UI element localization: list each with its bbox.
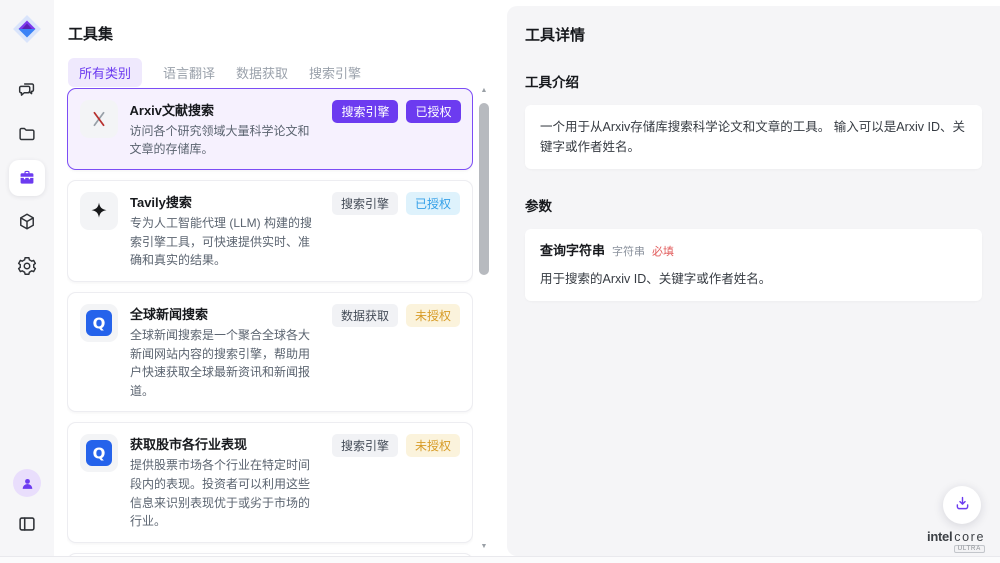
category-badge: 数据获取 bbox=[332, 304, 398, 327]
tool-description: 专为人工智能代理 (LLM) 构建的搜索引擎工具，可快速提供实时、准确和真实的结… bbox=[130, 214, 320, 270]
tool-card[interactable]: Q 获取股市各行业表现 提供股票市场各个行业在特定时间段内的表现。投资者可以利用… bbox=[67, 422, 473, 542]
tool-name: 获取股市各行业表现 bbox=[130, 434, 320, 453]
svg-text:Q: Q bbox=[93, 445, 106, 463]
tool-name: Tavily搜索 bbox=[130, 192, 320, 211]
nav-cube-icon[interactable] bbox=[9, 204, 45, 240]
intel-core-wordmark: intel core bbox=[927, 529, 985, 544]
tool-tags: 数据获取 未授权 bbox=[332, 304, 460, 400]
tool-tags: 搜索引擎 已授权 bbox=[332, 192, 460, 270]
intro-text: 一个用于从Arxiv存储库搜索科学论文和文章的工具。 输入可以是Arxiv ID… bbox=[540, 117, 967, 157]
scrollbar-thumb[interactable] bbox=[479, 103, 489, 275]
tool-tags: 搜索引擎 已授权 bbox=[332, 100, 460, 159]
intel-core-logo: intel core ultra bbox=[927, 529, 985, 553]
param-required-badge: 必填 bbox=[652, 244, 674, 262]
rail-nav bbox=[0, 72, 54, 284]
qsearch-icon: Q bbox=[80, 304, 118, 342]
scroll-up-arrow-icon[interactable]: ▲ bbox=[478, 87, 490, 95]
scroll-down-arrow-icon[interactable]: ▼ bbox=[478, 543, 490, 551]
nav-folder-icon[interactable] bbox=[9, 116, 45, 152]
app-window: 工具集 所有类别语言翻译数据获取搜索引擎 Arxiv文献搜索 访问各个研究领域大… bbox=[0, 0, 1000, 563]
app-logo-icon[interactable] bbox=[11, 13, 43, 45]
ultra-badge: ultra bbox=[954, 545, 985, 553]
tab-data[interactable]: 数据获取 bbox=[236, 58, 288, 87]
param-card: 查询字符串 字符串 必填 用于搜索的Arxiv ID、关键字或作者姓名。 bbox=[525, 229, 982, 301]
nav-toolbox-icon[interactable] bbox=[9, 160, 45, 196]
download-icon bbox=[953, 494, 972, 516]
tool-card[interactable]: Arxiv文献搜索 访问各个研究领域大量科学论文和文章的存储库。 搜索引擎 已授… bbox=[67, 88, 473, 170]
tool-tags: 搜索引擎 未授权 bbox=[332, 434, 460, 530]
param-header: 查询字符串 字符串 必填 bbox=[540, 241, 967, 262]
tool-name: 全球新闻搜索 bbox=[130, 304, 320, 323]
list-scrollbar[interactable]: ▲ ▼ bbox=[478, 85, 490, 553]
tool-description: 提供股票市场各个行业在特定时间段内的表现。投资者可以利用这些信息来识别表现优于或… bbox=[130, 456, 320, 530]
tool-description: 访问各个研究领域大量科学论文和文章的存储库。 bbox=[130, 122, 321, 159]
core-word: core bbox=[954, 530, 985, 544]
param-type: 字符串 bbox=[612, 244, 645, 262]
tool-card[interactable]: Q 全球新闻搜索 全球新闻搜索是一个聚合全球各大新闻网站内容的搜索引擎，帮助用户… bbox=[67, 292, 473, 412]
auth-status-badge: 已授权 bbox=[406, 192, 460, 215]
param-name: 查询字符串 bbox=[540, 241, 605, 262]
category-badge: 搜索引擎 bbox=[332, 192, 398, 215]
page-title: 工具集 bbox=[68, 23, 113, 44]
tab-translation[interactable]: 语言翻译 bbox=[163, 58, 215, 87]
tool-description: 全球新闻搜索是一个聚合全球各大新闻网站内容的搜索引擎，帮助用户快速获取全球最新资… bbox=[130, 326, 320, 400]
tab-search[interactable]: 搜索引擎 bbox=[309, 58, 361, 87]
arxiv-icon bbox=[80, 100, 118, 138]
sidebar-toggle-icon[interactable] bbox=[9, 506, 45, 542]
category-tabs: 所有类别语言翻译数据获取搜索引擎 bbox=[68, 58, 361, 87]
tool-text: 全球新闻搜索 全球新闻搜索是一个聚合全球各大新闻网站内容的搜索引擎，帮助用户快速… bbox=[130, 304, 320, 400]
left-rail bbox=[0, 0, 54, 556]
auth-status-badge: 未授权 bbox=[406, 304, 460, 327]
svg-text:Q: Q bbox=[93, 314, 106, 332]
category-badge: 搜索引擎 bbox=[332, 434, 398, 457]
nav-chat-icon[interactable] bbox=[9, 72, 45, 108]
tool-text: Tavily搜索 专为人工智能代理 (LLM) 构建的搜索引擎工具，可快速提供实… bbox=[130, 192, 320, 270]
download-button[interactable] bbox=[943, 486, 981, 524]
param-description: 用于搜索的Arxiv ID、关键字或作者姓名。 bbox=[540, 269, 967, 289]
tavily-icon bbox=[80, 192, 118, 230]
intro-card: 一个用于从Arxiv存储库搜索科学论文和文章的工具。 输入可以是Arxiv ID… bbox=[525, 105, 982, 169]
rail-bottom bbox=[0, 469, 54, 542]
params-heading: 参数 bbox=[525, 195, 982, 215]
tool-text: 获取股市各行业表现 提供股票市场各个行业在特定时间段内的表现。投资者可以利用这些… bbox=[130, 434, 320, 530]
window-bottom-edge bbox=[0, 556, 1000, 563]
auth-status-badge: 已授权 bbox=[406, 100, 460, 123]
user-avatar-icon[interactable] bbox=[13, 469, 41, 497]
intro-heading: 工具介绍 bbox=[525, 71, 982, 91]
tool-detail-panel: 工具详情 工具介绍 一个用于从Arxiv存储库搜索科学论文和文章的工具。 输入可… bbox=[507, 6, 1000, 556]
tool-card[interactable]: Tavily搜索 专为人工智能代理 (LLM) 构建的搜索引擎工具，可快速提供实… bbox=[67, 180, 473, 282]
tab-all[interactable]: 所有类别 bbox=[68, 58, 142, 87]
tool-list: Arxiv文献搜索 访问各个研究领域大量科学论文和文章的存储库。 搜索引擎 已授… bbox=[67, 88, 473, 556]
intel-word: intel bbox=[927, 529, 952, 544]
detail-title: 工具详情 bbox=[525, 22, 982, 45]
tool-text: Arxiv文献搜索 访问各个研究领域大量科学论文和文章的存储库。 bbox=[130, 100, 321, 159]
auth-status-badge: 未授权 bbox=[406, 434, 460, 457]
tools-panel: 工具集 所有类别语言翻译数据获取搜索引擎 Arxiv文献搜索 访问各个研究领域大… bbox=[54, 0, 507, 556]
nav-gear-icon[interactable] bbox=[9, 248, 45, 284]
tool-name: Arxiv文献搜索 bbox=[130, 100, 321, 119]
category-badge: 搜索引擎 bbox=[332, 100, 398, 123]
qsearch-icon: Q bbox=[80, 434, 118, 472]
